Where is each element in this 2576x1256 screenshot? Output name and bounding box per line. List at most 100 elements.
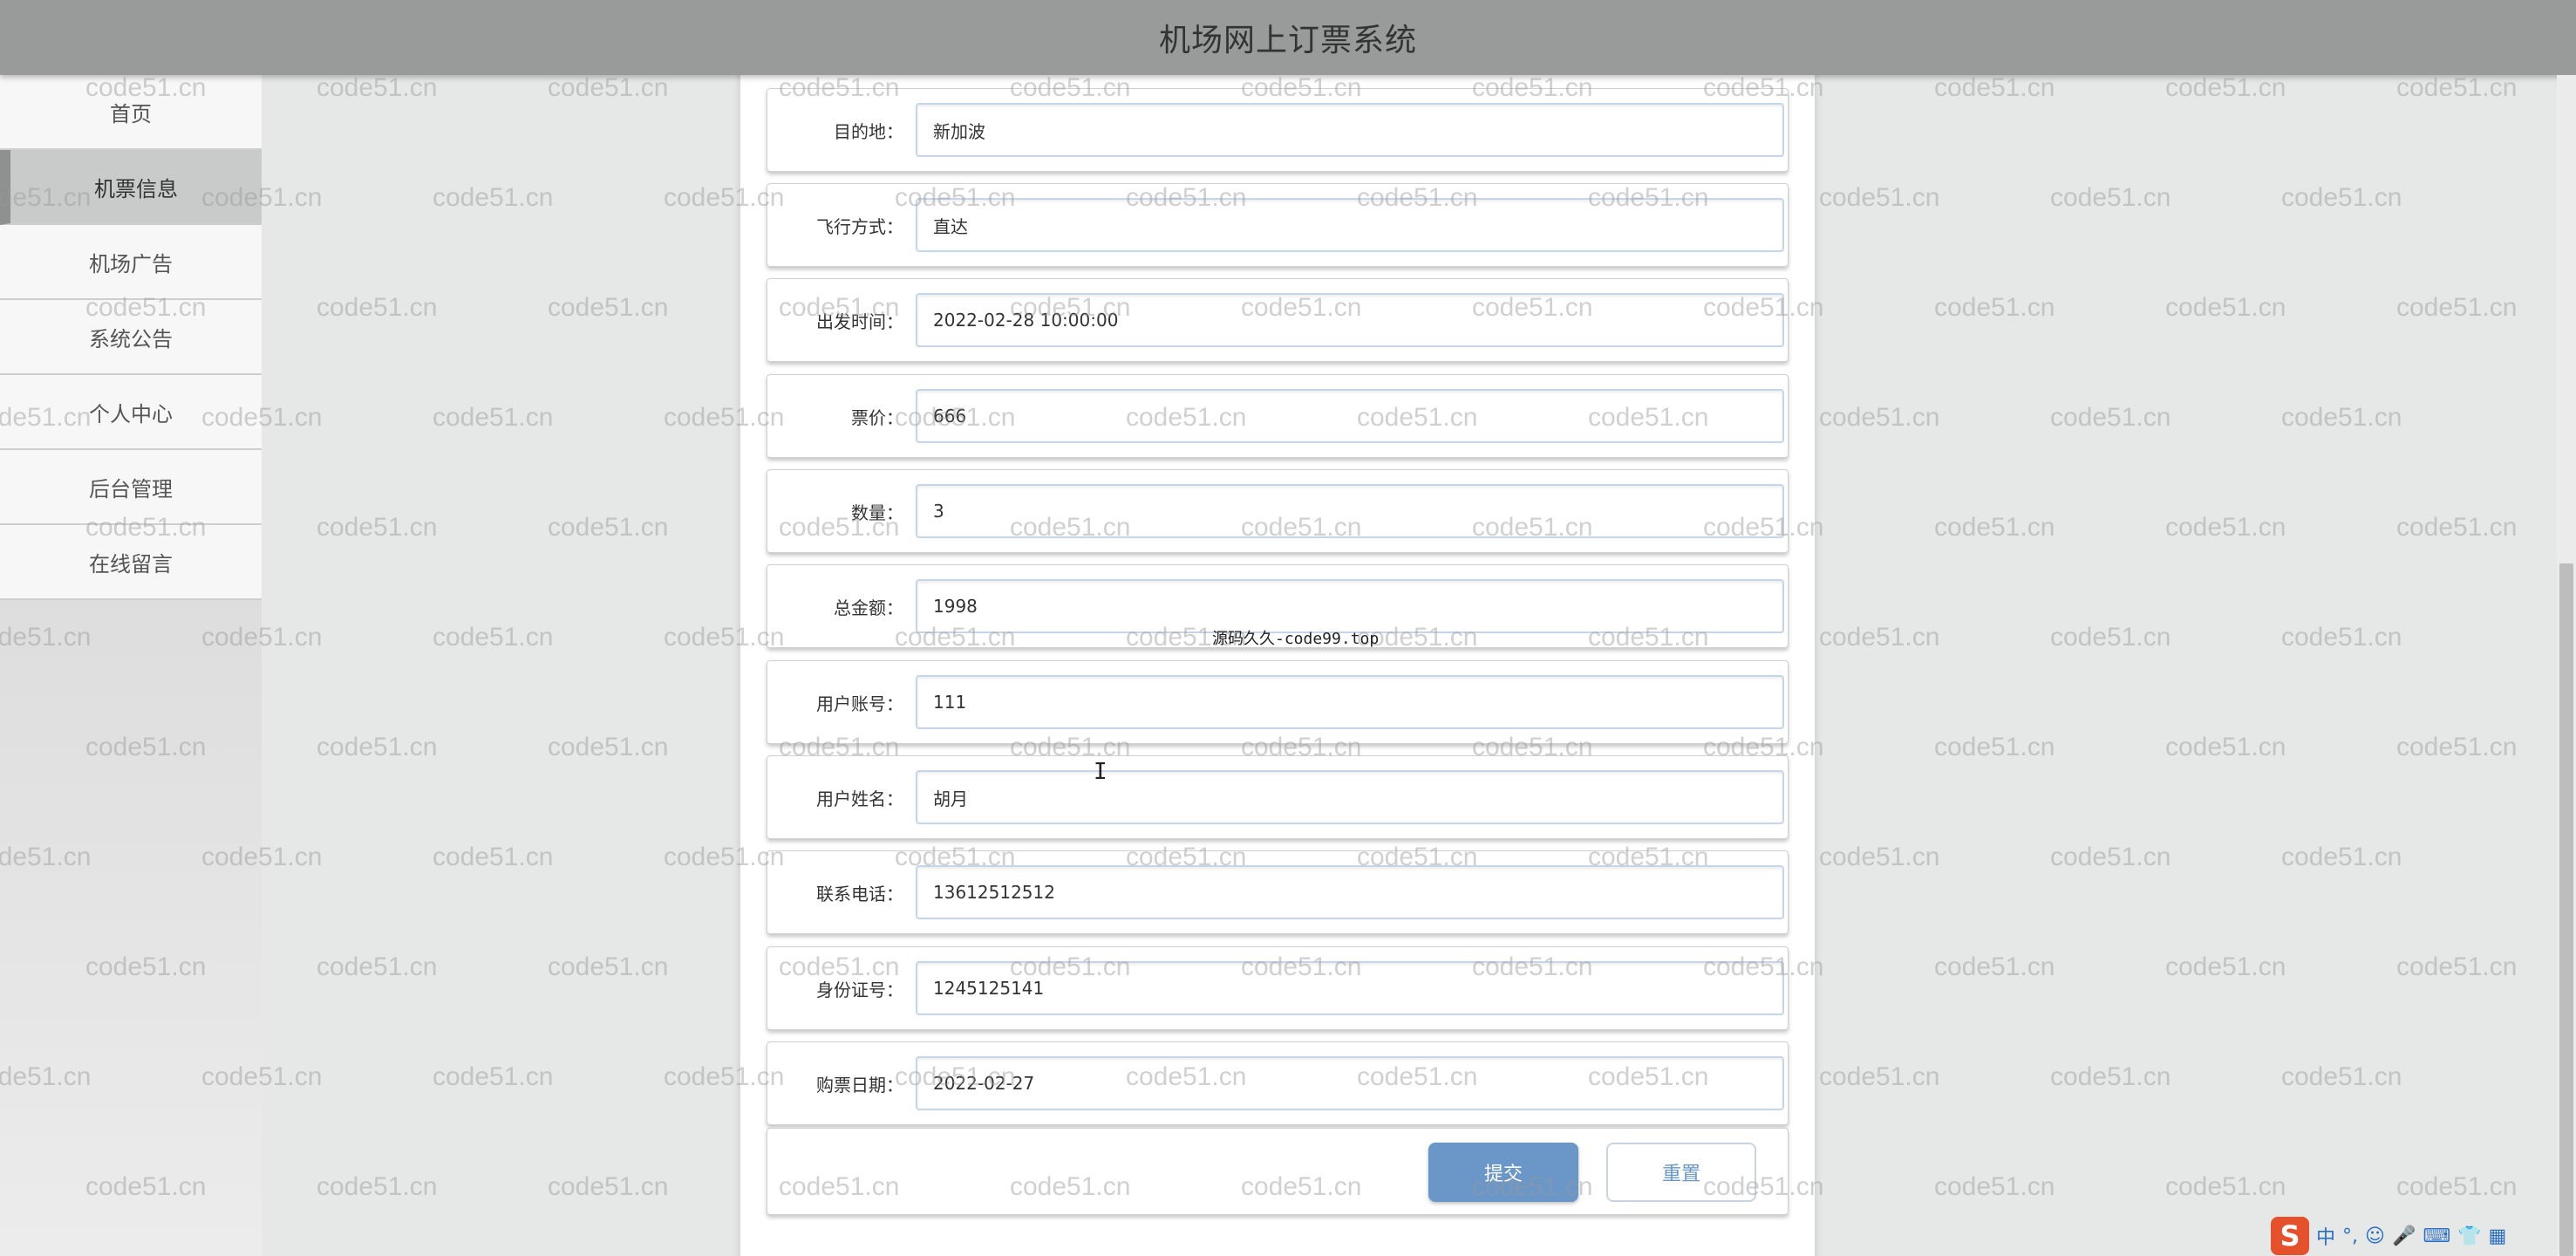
field-label: 数量： (851, 502, 903, 523)
form-row-destination: 目的地： (767, 88, 1789, 172)
ime-chinese-mode-icon[interactable]: 中 (2316, 1222, 2335, 1250)
form-actions: 提交 重置 (767, 1128, 1789, 1215)
sidebar-item-messages[interactable]: 在线留言 (0, 525, 262, 600)
watermark-text: code51.cn (1934, 1172, 2055, 1201)
watermark-text: code51.cn (548, 952, 669, 981)
ime-punctuation-icon[interactable]: °, (2342, 1225, 2358, 1247)
sidebar-item-label: 机票信息 (94, 176, 178, 201)
watermark-text: code51.cn (1819, 623, 1940, 652)
field-label: 联系电话： (816, 883, 903, 904)
field-label: 用户姓名： (816, 788, 903, 809)
watermark-text: code51.cn (1934, 513, 2055, 542)
ime-keyboard-icon[interactable]: ⌨ (2423, 1225, 2450, 1247)
app-header: 机场网上订票系统 (0, 0, 2576, 75)
watermark-text: code51.cn (433, 183, 554, 212)
form-row-account: 用户账号： (767, 660, 1789, 744)
watermark-text: code51.cn (2165, 733, 2286, 761)
watermark-text: code51.cn (2050, 843, 2171, 871)
ime-toolbar: S 中 °, ☺ 🎤 ⌨ 👕 ▦ (2271, 1216, 2557, 1256)
departure-time-input[interactable] (916, 293, 1784, 347)
scrollbar-thumb[interactable] (2559, 563, 2573, 1256)
watermark-text: code51.cn (2281, 1062, 2402, 1091)
price-input[interactable] (916, 389, 1784, 443)
quantity-input[interactable] (916, 484, 1784, 538)
sidebar-item-ticket-info[interactable]: 机票信息 (0, 150, 262, 225)
flight-type-input[interactable] (916, 198, 1784, 252)
ime-toolbox-icon[interactable]: ▦ (2489, 1225, 2507, 1247)
watermark-text: code51.cn (2050, 623, 2171, 652)
reset-button[interactable]: 重置 (1606, 1143, 1756, 1202)
total-amount-input[interactable] (916, 579, 1784, 633)
sidebar-item-admin[interactable]: 后台管理 (0, 450, 262, 525)
ime-emoji-icon[interactable]: ☺ (2365, 1225, 2385, 1247)
watermark-text: code51.cn (1934, 293, 2055, 322)
watermark-text: code51.cn (1934, 733, 2055, 761)
watermark-text: code51.cn (2281, 183, 2402, 212)
watermark-text: code51.cn (2165, 293, 2286, 322)
sidebar-item-profile[interactable]: 个人中心 (0, 375, 262, 450)
watermark-text: code51.cn (548, 1172, 669, 1201)
watermark-text: code51.cn (548, 513, 669, 542)
purchase-date-input[interactable] (916, 1056, 1784, 1110)
sidebar-item-label: 在线留言 (89, 551, 173, 577)
watermark-text: code51.cn (317, 293, 438, 322)
watermark-text: code51.cn (1819, 403, 1940, 432)
sidebar-item-home[interactable]: 首页 (0, 75, 262, 150)
watermark-text: code51.cn (317, 513, 438, 542)
field-label: 目的地： (834, 120, 903, 142)
form-row-phone: 联系电话： (767, 850, 1789, 934)
field-label: 购票日期： (816, 1074, 903, 1096)
destination-input[interactable] (916, 103, 1784, 157)
watermark-text: code51.cn (317, 733, 438, 761)
watermark-text: code51.cn (2396, 952, 2518, 981)
watermark-text: code51.cn (2050, 183, 2171, 212)
watermark-text: code51.cn (2396, 293, 2518, 322)
sidebar-item-label: 系统公告 (89, 326, 173, 352)
user-account-input[interactable] (916, 675, 1784, 729)
watermark-text: code51.cn (1819, 843, 1940, 871)
watermark-text: code51.cn (433, 403, 554, 432)
sidebar: 首页 机票信息 机场广告 系统公告 个人中心 后台管理 在线留言 (0, 75, 262, 1256)
ime-skin-icon[interactable]: 👕 (2457, 1225, 2481, 1247)
watermark-text: code51.cn (433, 843, 554, 871)
field-label: 飞行方式： (816, 215, 903, 237)
watermark-text: code51.cn (317, 1172, 438, 1201)
ticket-form: 目的地： 飞行方式： 出发时间： 票价： 数量： 总金额： 用户账号： 用户姓名… (739, 52, 1816, 1256)
watermark-text: code51.cn (317, 73, 438, 102)
field-label: 总金额： (834, 597, 903, 618)
watermark-text: code51.cn (548, 73, 669, 102)
phone-input[interactable] (916, 865, 1784, 919)
form-row-flight-type: 飞行方式： (767, 183, 1789, 267)
sidebar-item-label: 后台管理 (89, 476, 173, 502)
field-label: 票价： (851, 406, 903, 428)
watermark-text: code51.cn (1819, 1062, 1940, 1091)
form-row-purchase-date: 购票日期： (767, 1041, 1789, 1125)
watermark-text: code51.cn (2396, 733, 2518, 761)
sidebar-item-announcements[interactable]: 系统公告 (0, 300, 262, 375)
form-row-price: 票价： (767, 374, 1789, 458)
form-row-id-number: 身份证号： (767, 946, 1789, 1030)
watermark-text: code51.cn (2050, 1062, 2171, 1091)
sogou-logo-icon[interactable]: S (2271, 1217, 2309, 1255)
page-scrollbar[interactable] (2557, 75, 2576, 1256)
watermark-text: code51.cn (2165, 513, 2286, 542)
app-title: 机场网上订票系统 (1158, 23, 1417, 58)
sidebar-item-label: 机场广告 (89, 251, 173, 276)
field-label: 用户账号： (816, 693, 903, 714)
watermark-text: code51.cn (2165, 73, 2286, 102)
field-label: 身份证号： (816, 979, 903, 1000)
user-name-input[interactable] (916, 770, 1784, 824)
watermark-text: code51.cn (433, 1062, 554, 1091)
watermark-text: code51.cn (1934, 952, 2055, 981)
form-row-quantity: 数量： (767, 469, 1789, 553)
sidebar-item-airport-ads[interactable]: 机场广告 (0, 225, 262, 300)
watermark-text: code51.cn (2281, 623, 2402, 652)
sidebar-item-label: 首页 (110, 101, 152, 126)
watermark-text: code51.cn (1934, 73, 2055, 102)
id-number-input[interactable] (916, 961, 1784, 1015)
ime-voice-icon[interactable]: 🎤 (2392, 1225, 2416, 1247)
watermark-text: code51.cn (2396, 1172, 2518, 1201)
submit-button[interactable]: 提交 (1428, 1143, 1578, 1202)
form-row-username: 用户姓名： (767, 755, 1789, 839)
watermark-text: code51.cn (548, 293, 669, 322)
